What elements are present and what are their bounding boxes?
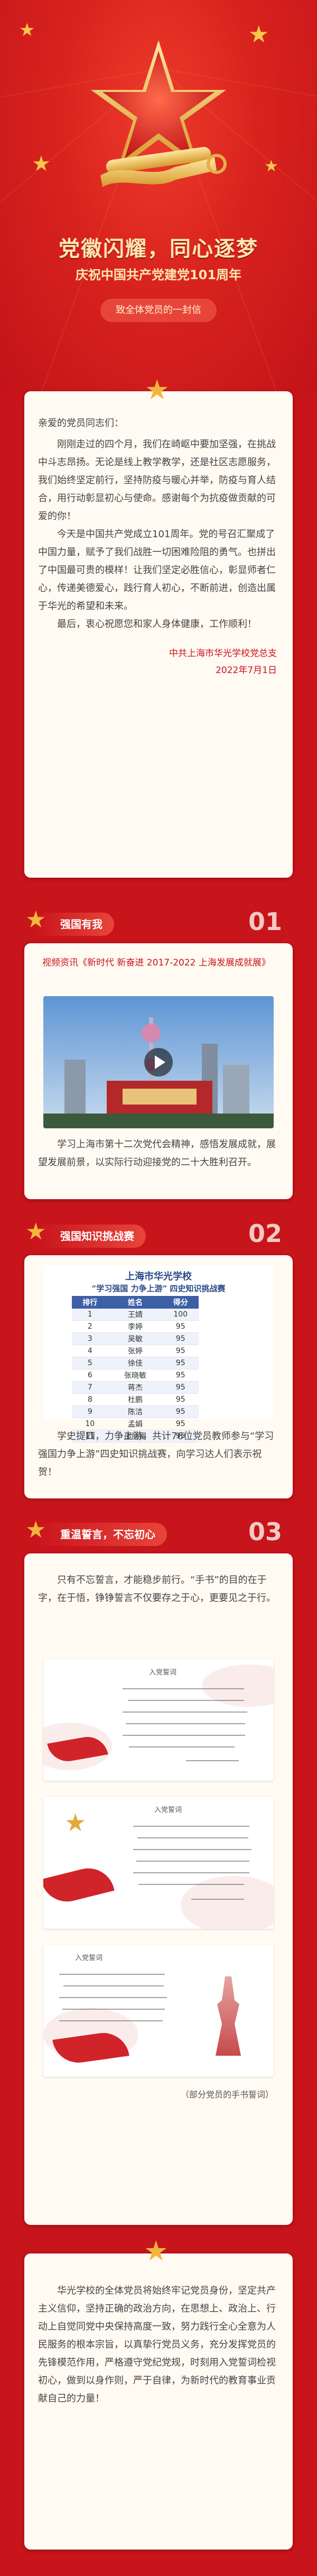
letter-greeting: 亲爱的党员同志们： <box>38 418 124 429</box>
table-cell: 8 <box>72 1393 108 1406</box>
table-cell: 95 <box>162 1405 199 1418</box>
star-icon: ★ <box>64 1808 87 1837</box>
star-icon: ★ <box>144 2235 169 2267</box>
table-header: 姓名 <box>108 1296 163 1309</box>
table-cell: 张晓敏 <box>108 1369 163 1382</box>
table-cell: 95 <box>162 1381 199 1394</box>
closing-paragraph: 华光学校的全体党员将始终牢记党员身份，坚定共产主义信仰，坚持正确的政治方向，在思… <box>38 2285 276 2404</box>
letter-paragraph: 刚刚走过的四个月，我们在崎岖中要加坚强，在挑战中斗志昂扬。无论是线上教学教学，还… <box>38 439 276 522</box>
table-cell: 6 <box>72 1369 108 1382</box>
section-title: 重温誓言，不忘初心 <box>35 1523 167 1546</box>
table-row: 9 陈洁 95 <box>72 1405 199 1418</box>
table-cell: 95 <box>162 1345 199 1357</box>
letter-card: ★ 亲爱的党员同志们： 刚刚走过的四个月，我们在崎岖中要加坚强，在挑战中斗志昂扬… <box>24 376 293 878</box>
table-cell: 95 <box>162 1357 199 1369</box>
hero-title: 党徽闪耀，同心逐梦 <box>59 236 258 261</box>
letter-paragraph: 今天是中国共产党成立101周年。党的号召汇聚成了中国力量，赋予了我们战胜一切困难… <box>38 529 276 612</box>
table-cell: 蒋杰 <box>108 1381 163 1394</box>
ranking-title: 上海市华光学校 <box>125 1271 192 1282</box>
table-cell: 100 <box>162 1309 199 1321</box>
play-icon <box>155 1055 165 1069</box>
letter-date: 2022年7月1日 <box>216 665 277 676</box>
section-title: 强国知识挑战赛 <box>35 1225 146 1248</box>
table-cell: 5 <box>72 1357 108 1369</box>
pledge-scroll: 入党誓词 <box>43 1659 274 1781</box>
star-icon: ★ <box>248 21 269 48</box>
ranking-sheet: 上海市华光学校 “学习强国 力争上游” 四史知识挑战赛 排行 姓名 得分 1 王婧… <box>43 1266 274 1442</box>
play-button[interactable] <box>144 1048 173 1077</box>
table-cell: 7 <box>72 1381 108 1394</box>
table-row: 7 蒋杰 95 <box>72 1381 199 1394</box>
star-icon: ★ <box>264 157 278 176</box>
section-header-2: 强国知识挑战赛 ★ 02 <box>24 1219 293 1251</box>
table-cell: 95 <box>162 1369 199 1382</box>
ranking-table: 排行 姓名 得分 1 王婧 100 2 李婷 95 3 吴敏 95 4 张婷 95 5 徐佳 95 6 张晓敏 9… <box>72 1296 199 1442</box>
table-cell: 2 <box>72 1320 108 1333</box>
ranking-subtitle: “学习强国 力争上游” 四史知识挑战赛 <box>91 1284 226 1293</box>
table-row: 6 张晓敏 95 <box>72 1369 199 1382</box>
pledge-title: 入党誓词 <box>149 1669 177 1677</box>
table-cell: 陈洁 <box>108 1405 163 1418</box>
star-icon: ★ <box>19 20 35 41</box>
section-paragraph: 只有不忘誓言，才能稳步前行。“手书”的目的在于字，在于悟，铮铮誓言不仅要存之于心… <box>38 1575 276 1604</box>
section-card-2: 上海市华光学校 “学习强国 力争上游” 四史知识挑战赛 排行 姓名 得分 1 王婧… <box>24 1255 293 1498</box>
star-icon: ★ <box>145 374 170 406</box>
closing-card: ★ 华光学校的全体党员将始终牢记党员身份，坚定共产主义信仰，坚持正确的政治方向，… <box>24 2238 293 2550</box>
table-cell: 杜鹏 <box>108 1393 163 1406</box>
star-icon: ★ <box>25 1516 46 1543</box>
table-header: 排行 <box>72 1296 108 1309</box>
star-icon: ★ <box>25 906 46 933</box>
table-cell: 吴敏 <box>108 1332 163 1345</box>
table-cell: 95 <box>162 1332 199 1345</box>
letter-signature: 中共上海市华光学校党总支 <box>169 648 277 659</box>
table-cell: 张婷 <box>108 1345 163 1357</box>
hero-banner: ★ ★ ★ ★ 党徽闪耀，同心逐梦 庆祝中国共产党建党101周年 致全体党员的一… <box>0 0 317 417</box>
section-header-1: 强国有我 ★ 01 <box>24 907 293 939</box>
pledge-title: 入党誓词 <box>154 1806 182 1814</box>
pledge-scroll: 入党誓词 <box>43 1945 274 2077</box>
table-cell: 95 <box>162 1393 199 1406</box>
table-cell: 李婷 <box>108 1320 163 1333</box>
section-number: 01 <box>248 907 282 936</box>
flag-decoration <box>43 1863 115 1907</box>
pledge-title: 入党誓词 <box>75 1954 103 1962</box>
table-row: 1 王婧 100 <box>72 1309 199 1321</box>
section-title: 强国有我 <box>35 913 114 936</box>
party-star-emblem-icon <box>91 40 227 187</box>
letter-paragraph: 最后，衷心祝愿您和家人身体健康，工作顺利！ <box>57 619 257 630</box>
handwriting-lines <box>59 1974 167 2021</box>
video-label: 视频资讯《新时代 新奋进 2017-2022 上海发展成就展》 <box>42 958 271 968</box>
section-card-1: 视频资讯《新时代 新奋进 2017-2022 上海发展成就展》 学习上海市第十二… <box>24 943 293 1199</box>
table-header: 得分 <box>162 1296 199 1309</box>
pledge-scroll: ★ 入党誓词 <box>43 1797 274 1929</box>
table-cell: 王婧 <box>108 1309 163 1321</box>
letter-pill: 致全体党员的一封信 <box>100 299 217 322</box>
table-row: 2 李婷 95 <box>72 1320 199 1333</box>
pledge-caption: （部分党员的手书誓词） <box>180 2090 274 2100</box>
table-row: 3 吴敏 95 <box>72 1332 199 1345</box>
video-thumbnail[interactable] <box>43 996 274 1128</box>
table-row: 8 杜鹏 95 <box>72 1393 199 1406</box>
star-icon: ★ <box>25 1218 46 1245</box>
table-cell: 4 <box>72 1345 108 1357</box>
handwriting-lines <box>133 1826 251 1900</box>
star-icon: ★ <box>32 152 51 176</box>
table-row: 4 张婷 95 <box>72 1345 199 1357</box>
section-number: 03 <box>248 1517 282 1546</box>
pagoda-decoration <box>216 1976 241 2056</box>
section-card-3: 只有不忘誓言，才能稳步前行。“手书”的目的在于字，在于悟，铮铮誓言不仅要存之于心… <box>24 1553 293 2225</box>
table-cell: 徐佳 <box>108 1357 163 1369</box>
hero-subtitle: 庆祝中国共产党建党101周年 <box>75 268 242 282</box>
section-number: 02 <box>248 1219 282 1248</box>
table-row: 5 徐佳 95 <box>72 1357 199 1369</box>
table-cell: 9 <box>72 1405 108 1418</box>
handwriting-lines <box>123 1688 247 1761</box>
table-cell: 1 <box>72 1309 108 1321</box>
table-cell: 95 <box>162 1320 199 1333</box>
section-header-3: 重温誓言，不忘初心 ★ 03 <box>24 1517 293 1549</box>
table-cell: 3 <box>72 1332 108 1345</box>
section-paragraph: 学习上海市第十二次党代会精神，感悟发展成就，展望发展前景，以实际行动迎接党的二十… <box>38 1139 276 1168</box>
section-paragraph: 学史提四，力争上游。共计76位党员教师参与“学习强国力争上游”四史知识挑战赛，向… <box>38 1431 274 1478</box>
